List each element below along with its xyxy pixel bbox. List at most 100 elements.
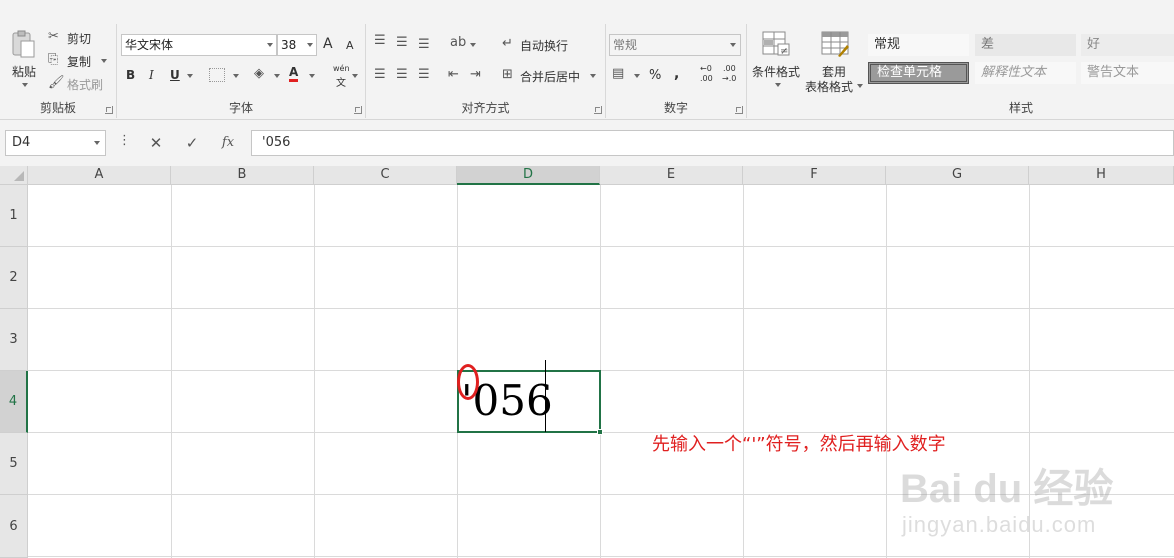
decrease-decimal-button[interactable]: →.0 — [722, 74, 736, 83]
row-header-1[interactable]: 1 — [0, 185, 28, 247]
column-header-b[interactable]: B — [171, 166, 314, 185]
phonetic-guide-button[interactable]: 文 — [336, 74, 346, 89]
format-painter-button[interactable]: 格式刷 — [67, 76, 103, 93]
bold-button[interactable]: B — [126, 68, 135, 82]
comma-style-button[interactable]: , — [674, 66, 679, 82]
font-color-dropdown-icon[interactable] — [309, 74, 315, 78]
align-middle-icon[interactable]: ☰ — [396, 36, 408, 50]
gridline — [28, 556, 1174, 557]
conditional-formatting-dropdown-icon[interactable] — [775, 83, 781, 87]
ribbon: 粘贴 ✂ 剪切 ⎘ 复制 🖌 格式刷 剪贴板 华文宋体 38 A A B I U… — [0, 0, 1174, 120]
percent-style-button[interactable]: % — [649, 68, 661, 83]
row-header-2[interactable]: 2 — [0, 247, 28, 309]
cell-style-warning[interactable]: 警告文本 — [1081, 62, 1174, 84]
merge-center-dropdown-icon[interactable] — [590, 74, 596, 78]
border-dropdown-icon[interactable] — [233, 74, 239, 78]
watermark-url: jingyan.baidu.com — [902, 512, 1097, 537]
fill-color-icon[interactable]: ◈ — [254, 67, 264, 81]
format-as-table-dropdown-icon[interactable] — [857, 84, 863, 88]
column-header-c[interactable]: C — [314, 166, 457, 185]
decrease-font-size-button[interactable]: A — [346, 39, 354, 52]
align-top-icon[interactable]: ☰ — [374, 34, 386, 48]
paste-dropdown-icon[interactable] — [22, 83, 28, 87]
worksheet-grid[interactable]: A B C D E F G H 1 2 3 4 5 6 '056 先输入一个“'… — [0, 166, 1174, 558]
font-name-dropdown-icon[interactable] — [267, 43, 273, 47]
name-box-dropdown-icon[interactable] — [94, 141, 100, 145]
increase-decimal-button[interactable]: .00 — [700, 74, 713, 83]
font-launcher-icon[interactable] — [354, 106, 362, 114]
alignment-launcher-icon[interactable] — [594, 106, 602, 114]
conditional-formatting-button[interactable]: 条件格式 — [752, 63, 800, 80]
underline-button[interactable]: U — [170, 68, 180, 82]
insert-function-button[interactable]: fx — [210, 130, 246, 156]
column-header-e[interactable]: E — [600, 166, 743, 185]
orientation-dropdown-icon[interactable] — [470, 43, 476, 47]
merge-center-button[interactable]: 合并后居中 — [520, 68, 580, 85]
paste-icon[interactable] — [10, 30, 36, 60]
phonetic-top[interactable]: wén — [333, 64, 350, 73]
enter-button[interactable]: ✓ — [174, 130, 210, 156]
alignment-group-label: 对齐方式 — [461, 101, 510, 115]
formula-input[interactable]: '056 — [251, 130, 1174, 156]
align-left-icon[interactable]: ☰ — [374, 68, 386, 82]
clipboard-group: 粘贴 ✂ 剪切 ⎘ 复制 🖌 格式刷 剪贴板 — [0, 24, 117, 118]
copy-dropdown-icon[interactable] — [101, 59, 107, 63]
number-format-dropdown-icon[interactable] — [730, 43, 736, 47]
column-header-f[interactable]: F — [743, 166, 886, 185]
format-as-table-button[interactable]: 表格格式 — [805, 78, 853, 95]
row-header-3[interactable]: 3 — [0, 309, 28, 371]
number-format-select[interactable]: 常规 — [609, 34, 741, 56]
select-all-button[interactable] — [0, 166, 28, 185]
phonetic-dropdown-icon[interactable] — [352, 74, 358, 78]
fill-handle[interactable] — [597, 429, 603, 435]
font-size-dropdown-icon[interactable] — [307, 43, 313, 47]
cell-style-good[interactable]: 好 — [1081, 34, 1174, 56]
paste-button[interactable]: 粘贴 — [12, 63, 36, 80]
format-as-table-icon[interactable] — [820, 30, 850, 58]
decrease-indent-icon[interactable]: ⇤ — [448, 68, 459, 82]
cut-button[interactable]: 剪切 — [67, 30, 91, 47]
conditional-formatting-icon[interactable]: ≠ — [761, 30, 791, 58]
format-painter-icon: 🖌 — [48, 75, 65, 90]
increase-decimal-top[interactable]: ←0 — [700, 64, 712, 73]
orientation-icon[interactable]: ab — [450, 36, 466, 50]
column-header-h[interactable]: H — [1029, 166, 1174, 185]
column-header-g[interactable]: G — [886, 166, 1029, 185]
text-cursor — [545, 360, 546, 432]
font-name-select[interactable]: 华文宋体 — [121, 34, 277, 56]
border-icon[interactable] — [209, 68, 225, 82]
row-header-6[interactable]: 6 — [0, 495, 28, 558]
clipboard-launcher-icon[interactable] — [105, 106, 113, 114]
gridline — [28, 308, 1174, 309]
increase-indent-icon[interactable]: ⇥ — [470, 68, 481, 82]
row-header-4[interactable]: 4 — [0, 371, 28, 433]
align-center-icon[interactable]: ☰ — [396, 68, 408, 82]
wrap-text-button[interactable]: 自动换行 — [520, 37, 568, 54]
name-box[interactable]: D4 — [5, 130, 106, 156]
cancel-entry-button[interactable]: ✕ — [138, 130, 174, 156]
column-header-d[interactable]: D — [457, 166, 600, 185]
gridline — [28, 246, 1174, 247]
align-right-icon[interactable]: ☰ — [418, 68, 430, 82]
underline-dropdown-icon[interactable] — [187, 74, 193, 78]
gridline — [28, 370, 1174, 371]
row-header-5[interactable]: 5 — [0, 433, 28, 495]
cell-style-explanatory[interactable]: 解释性文本 — [975, 62, 1076, 84]
column-header-a[interactable]: A — [28, 166, 171, 185]
increase-font-size-button[interactable]: A — [323, 36, 333, 52]
number-launcher-icon[interactable] — [735, 106, 743, 114]
align-bottom-icon[interactable]: ☰ — [418, 38, 430, 52]
font-color-button[interactable]: A — [289, 66, 299, 82]
cell-style-bad[interactable]: 差 — [975, 34, 1076, 56]
copy-button[interactable]: 复制 — [67, 53, 91, 70]
alignment-group: ☰ ☰ ☰ ab ↵ 自动换行 ☰ ☰ ☰ ⇤ ⇥ ⊞ 合并后居中 对齐方式 — [366, 24, 606, 118]
fill-color-dropdown-icon[interactable] — [274, 74, 280, 78]
gridline — [314, 185, 315, 558]
cell-style-normal[interactable]: 常规 — [868, 34, 969, 56]
accounting-dropdown-icon[interactable] — [634, 74, 640, 78]
decrease-decimal-top[interactable]: .00 — [723, 64, 736, 73]
accounting-format-icon[interactable]: ▤ — [612, 67, 624, 81]
cell-style-check-cell[interactable]: 检查单元格 — [868, 62, 969, 84]
italic-button[interactable]: I — [149, 68, 154, 82]
ribbon-tab-strip — [0, 0, 1174, 22]
